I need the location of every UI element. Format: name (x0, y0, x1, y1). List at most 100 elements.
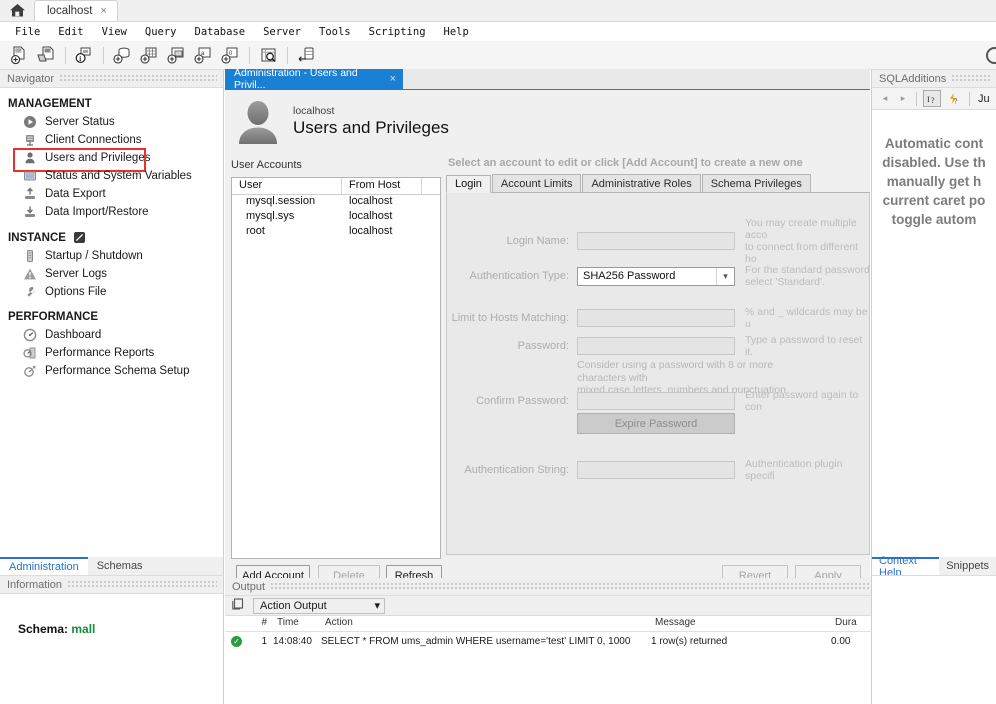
tab-snippets[interactable]: Snippets (939, 557, 996, 575)
password-label: Password: (517, 340, 569, 352)
table-row[interactable]: mysql.session localhost (232, 195, 440, 210)
auth-type-select[interactable]: SHA256 Password ▾ (577, 266, 735, 286)
menu-help[interactable]: Help (435, 25, 478, 39)
table-row[interactable]: mysql.sys localhost (232, 210, 440, 225)
new-sql-tab-icon[interactable]: SQL (7, 44, 32, 67)
field-row-auth-string: Authentication String: Authentication pl… (447, 458, 869, 482)
confirm-password-label: Confirm Password: (476, 395, 569, 407)
output-view-icon[interactable] (231, 597, 245, 614)
menu-database[interactable]: Database (186, 25, 255, 39)
jump-label[interactable]: Ju (978, 93, 990, 105)
column-header-action: Action (325, 617, 353, 628)
user-accounts-list[interactable]: User From Host mysql.session localhost m… (231, 177, 441, 559)
sidebar-item-server-logs[interactable]: Server Logs (0, 265, 223, 283)
sidebar-item-data-export[interactable]: Data Export (0, 185, 223, 203)
chevron-down-icon[interactable]: ▾ (716, 267, 734, 285)
auth-string-input[interactable] (577, 461, 735, 479)
sidebar-item-startup-shutdown[interactable]: Startup / Shutdown (0, 247, 223, 265)
tab-login[interactable]: Login (446, 175, 491, 193)
svg-text:?: ? (954, 98, 957, 105)
table-row[interactable]: root localhost (232, 225, 440, 240)
sidebar-item-dashboard[interactable]: Dashboard (0, 326, 223, 344)
expire-password-button[interactable]: Expire Password (577, 413, 735, 434)
sidebar-item-label: Server Logs (45, 268, 108, 280)
sidebar-item-client-connections[interactable]: Client Connections (0, 131, 223, 149)
cell-host: localhost (349, 210, 393, 222)
auth-type-value: SHA256 Password (583, 270, 676, 282)
output-type-value: Action Output (260, 599, 327, 612)
navigator-caption-label: Navigator (7, 72, 55, 85)
toolbar-separator (287, 46, 288, 64)
menu-scripting[interactable]: Scripting (360, 25, 435, 39)
users-privileges-icon (22, 150, 38, 166)
tab-context-help[interactable]: Context Help (872, 555, 940, 579)
menu-query[interactable]: Query (136, 25, 186, 39)
performance-reports-icon (22, 345, 38, 361)
quick-help-icon[interactable]: ? (945, 90, 963, 107)
tab-account-limits[interactable]: Account Limits (491, 174, 582, 192)
menu-edit[interactable]: Edit (49, 25, 92, 39)
help-index-icon[interactable]: I? (923, 90, 941, 107)
column-header-user[interactable]: User (232, 178, 342, 194)
sidebar-item-label: Server Status (45, 116, 115, 128)
tab-administrative-roles[interactable]: Administrative Roles (582, 174, 701, 192)
create-table-icon[interactable] (137, 44, 162, 67)
column-header-from-host[interactable]: From Host (342, 178, 422, 194)
sidebar-item-server-status[interactable]: Server Status (0, 113, 223, 131)
limit-hosts-label: Limit to Hosts Matching: (451, 312, 569, 324)
search-data-icon[interactable] (256, 44, 281, 67)
sidebar-item-status-and-system-variables[interactable]: Status and System Variables (0, 167, 223, 185)
create-procedure-icon[interactable]: a (191, 44, 216, 67)
save-sql-script-icon[interactable]: i (72, 44, 97, 67)
auth-string-label: Authentication String: (464, 464, 569, 476)
sidebar-item-label: Data Import/Restore (45, 206, 149, 218)
tab-administration[interactable]: Administration (0, 557, 88, 575)
editor-tab-administration-users[interactable]: Administration - Users and Privil... × (225, 67, 403, 91)
create-view-icon[interactable] (164, 44, 189, 67)
connection-tab-localhost[interactable]: localhost × (34, 0, 118, 21)
detail-banner: Select an account to edit or click [Add … (448, 157, 803, 169)
menu-tools[interactable]: Tools (310, 25, 360, 39)
cell-action: SELECT * FROM ums_admin WHERE username='… (321, 635, 631, 647)
back-icon[interactable]: ◂ (878, 93, 892, 104)
open-sql-script-icon[interactable] (34, 44, 59, 67)
svg-text:?: ? (931, 96, 935, 105)
password-input[interactable] (577, 337, 735, 355)
login-name-input[interactable] (577, 232, 735, 250)
tab-schema-privileges[interactable]: Schema Privileges (701, 174, 811, 192)
confirm-password-help: Enter password again to con (745, 389, 859, 413)
status-variables-icon (22, 168, 38, 184)
forward-icon[interactable]: ▸ (896, 93, 910, 104)
reconnect-server-icon[interactable] (294, 44, 319, 67)
create-function-icon[interactable]: 0 (218, 44, 243, 67)
svg-text:I: I (927, 95, 930, 104)
user-accounts-label: User Accounts (231, 159, 302, 171)
sidebar-item-performance-reports[interactable]: Performance Reports (0, 344, 223, 362)
sidebar-item-label: Status and System Variables (45, 170, 192, 182)
close-icon[interactable]: × (390, 73, 396, 85)
mysql-workbench-window: localhost × File Edit View Query Databas… (0, 0, 996, 704)
limit-hosts-input[interactable] (577, 309, 735, 327)
sql-additions-panel: SQLAdditions ◂ ▸ I? ? Ju Automatic cont … (871, 70, 996, 557)
sidebar-item-users-and-privileges[interactable]: Users and Privileges (0, 148, 223, 172)
cell-time: 14:08:40 (273, 635, 312, 647)
sidebar-item-options-file[interactable]: Options File (0, 283, 223, 301)
sidebar-item-data-import-restore[interactable]: Data Import/Restore (0, 203, 223, 221)
cell-message: 1 row(s) returned (651, 635, 728, 647)
home-icon[interactable] (0, 0, 34, 21)
instance-icon (72, 231, 88, 244)
create-schema-icon[interactable] (110, 44, 135, 67)
chevron-down-icon[interactable]: ▾ (374, 599, 380, 612)
output-type-select[interactable]: Action Output ▾ (253, 597, 385, 614)
cell-num: 1 (261, 635, 267, 647)
schema-label: Schema: (18, 622, 69, 636)
sidebar-item-performance-schema-setup[interactable]: Performance Schema Setup (0, 362, 223, 380)
menu-file[interactable]: File (6, 25, 49, 39)
sql-additions-caption-label: SQLAdditions (879, 72, 947, 85)
tab-schemas[interactable]: Schemas (88, 557, 152, 575)
close-icon[interactable]: × (100, 5, 106, 17)
confirm-password-input[interactable] (577, 392, 735, 410)
menu-server[interactable]: Server (254, 25, 310, 39)
menu-view[interactable]: View (93, 25, 136, 39)
menubar: File Edit View Query Database Server Too… (0, 22, 996, 41)
